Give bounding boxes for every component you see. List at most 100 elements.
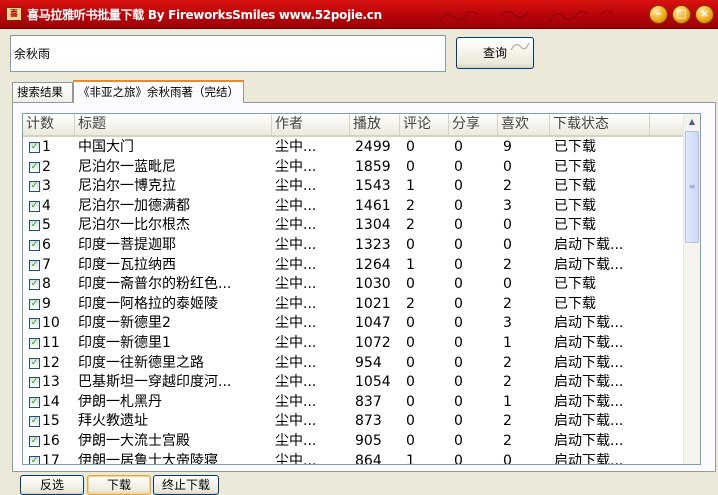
row-checkbox[interactable]: ✓ bbox=[29, 220, 40, 232]
row-share-count: 0 bbox=[454, 335, 463, 351]
table-row[interactable]: ✓ 7 印度一瓦拉纳西 尘中... 1264 1 0 2 启动下载... bbox=[23, 256, 685, 276]
row-share-count: 0 bbox=[454, 139, 463, 155]
row-status: 启动下载... bbox=[554, 374, 624, 391]
row-checkbox[interactable]: ✓ bbox=[29, 161, 40, 173]
table-row[interactable]: ✓ 12 印度一往新德里之路 尘中... 954 0 0 2 启动下载... bbox=[23, 354, 685, 374]
row-checkbox[interactable]: ✓ bbox=[29, 318, 40, 330]
row-play-count: 2499 bbox=[355, 139, 391, 155]
query-button[interactable]: 查询 bbox=[456, 37, 534, 69]
row-status: 启动下载... bbox=[554, 413, 624, 430]
row-status: 已下载 bbox=[554, 158, 596, 175]
row-title: 印度一阿格拉的泰姬陵 bbox=[78, 295, 218, 312]
table-row[interactable]: ✓ 3 尼泊尔一博克拉 尘中... 1543 1 0 2 已下载 bbox=[23, 177, 685, 197]
scroll-up-icon[interactable]: ▲ bbox=[684, 114, 700, 130]
col-share[interactable]: 分享 bbox=[449, 114, 498, 135]
row-comment-count: 0 bbox=[406, 354, 415, 371]
row-author: 尘中... bbox=[275, 374, 317, 391]
row-checkbox[interactable]: ✓ bbox=[29, 416, 40, 428]
col-comment[interactable]: 评论 bbox=[400, 114, 449, 135]
table-row[interactable]: ✓ 5 尼泊尔一比尔根杰 尘中... 1304 2 0 0 已下载 bbox=[23, 216, 685, 236]
tab-album[interactable]: 《非亚之旅》余秋雨著（完结） bbox=[73, 80, 244, 103]
row-play-count: 1030 bbox=[355, 276, 391, 293]
table-row[interactable]: ✓ 13 巴基斯坦一穿越印度河... 尘中... 1054 0 0 2 启动下载... bbox=[23, 373, 685, 393]
row-checkbox[interactable]: ✓ bbox=[29, 455, 40, 464]
row-checkbox[interactable]: ✓ bbox=[29, 142, 40, 153]
track-list[interactable]: 计数 标题 作者 播放 评论 分享 喜欢 下载状态 ✓ 1 中国大门 尘中... 249… bbox=[22, 113, 701, 465]
download-button[interactable]: 下载 bbox=[87, 475, 151, 495]
invert-selection-button[interactable]: 反选 bbox=[20, 475, 84, 495]
row-checkbox[interactable]: ✓ bbox=[29, 298, 40, 310]
col-title[interactable]: 标题 bbox=[75, 114, 272, 135]
row-checkbox[interactable]: ✓ bbox=[29, 240, 40, 251]
row-play-count: 864 bbox=[355, 452, 382, 465]
row-title: 印度一瓦拉纳西 bbox=[78, 256, 176, 273]
row-like-count: 2 bbox=[503, 295, 512, 312]
row-checkbox[interactable]: ✓ bbox=[29, 357, 40, 369]
query-button-label: 查询 bbox=[482, 46, 507, 60]
row-checkbox[interactable]: ✓ bbox=[29, 338, 40, 349]
minimize-icon[interactable]: – bbox=[649, 5, 668, 24]
vertical-scrollbar[interactable]: ▲ ≡ bbox=[683, 114, 700, 464]
row-author: 尘中... bbox=[275, 413, 317, 430]
table-row[interactable]: ✓ 6 印度一菩提迦耶 尘中... 1323 0 0 0 启动下载... bbox=[23, 236, 685, 256]
tab-panel: 计数 标题 作者 播放 评论 分享 喜欢 下载状态 ✓ 1 中国大门 尘中... 249… bbox=[12, 102, 716, 472]
row-author: 尘中... bbox=[275, 433, 317, 449]
tab-search-results[interactable]: 搜索结果 bbox=[12, 82, 73, 102]
col-play[interactable]: 播放 bbox=[350, 114, 400, 135]
row-title: 伊朗一札黑丹 bbox=[78, 393, 162, 410]
row-checkbox[interactable]: ✓ bbox=[29, 279, 40, 291]
row-comment-count: 0 bbox=[406, 315, 415, 332]
row-play-count: 1264 bbox=[355, 256, 391, 273]
col-count[interactable]: 计数 bbox=[23, 114, 75, 135]
stop-download-button[interactable]: 终止下载 bbox=[153, 475, 219, 495]
cloud-pattern-icon bbox=[439, 10, 615, 22]
row-author: 尘中... bbox=[275, 315, 317, 332]
table-row[interactable]: ✓ 11 印度一新德里1 尘中... 1072 0 0 1 启动下载... bbox=[23, 334, 685, 354]
table-row[interactable]: ✓ 2 尼泊尔一蓝毗尼 尘中... 1859 0 0 0 已下载 bbox=[23, 158, 685, 178]
swirl-icon bbox=[510, 42, 530, 51]
close-icon[interactable]: × bbox=[695, 5, 714, 24]
row-like-count: 2 bbox=[503, 413, 512, 430]
row-play-count: 1021 bbox=[355, 295, 391, 312]
row-like-count: 0 bbox=[503, 158, 512, 175]
table-row[interactable]: ✓ 15 拜火教遗址 尘中... 873 0 0 2 启动下载... bbox=[23, 412, 685, 432]
row-index: 2 bbox=[42, 158, 51, 175]
row-checkbox[interactable]: ✓ bbox=[29, 181, 40, 193]
title-bar: 喜 喜马拉雅听书批量下载 By FireworksSmiles www.52po… bbox=[0, 0, 718, 29]
app-icon: 喜 bbox=[6, 7, 22, 21]
row-checkbox[interactable]: ✓ bbox=[29, 200, 40, 212]
row-status: 已下载 bbox=[554, 178, 596, 195]
row-play-count: 905 bbox=[355, 433, 382, 449]
col-author[interactable]: 作者 bbox=[272, 114, 350, 135]
maximize-icon[interactable]: □ bbox=[672, 5, 691, 24]
row-author: 尘中... bbox=[275, 393, 317, 410]
row-checkbox[interactable]: ✓ bbox=[29, 259, 40, 271]
table-row[interactable]: ✓ 10 印度一新德里2 尘中... 1047 0 0 3 启动下载... bbox=[23, 314, 685, 334]
search-input[interactable]: 余秋雨 bbox=[10, 35, 446, 72]
col-status[interactable]: 下载状态 bbox=[550, 114, 650, 135]
row-comment-count: 0 bbox=[406, 139, 415, 155]
table-row[interactable]: ✓ 4 尼泊尔一加德满都 尘中... 1461 2 0 3 已下载 bbox=[23, 197, 685, 217]
table-row[interactable]: ✓ 8 印度一斋普尔的粉红色... 尘中... 1030 0 0 0 已下载 bbox=[23, 275, 685, 295]
row-like-count: 2 bbox=[503, 178, 512, 195]
row-status: 已下载 bbox=[554, 276, 596, 293]
row-play-count: 1543 bbox=[355, 178, 391, 195]
row-checkbox[interactable]: ✓ bbox=[29, 396, 40, 408]
row-checkbox[interactable]: ✓ bbox=[29, 377, 40, 389]
row-index: 6 bbox=[42, 237, 51, 253]
row-title: 伊朗一居鲁士大帝陵寝 bbox=[78, 452, 218, 465]
table-row[interactable]: ✓ 9 印度一阿格拉的泰姬陵 尘中... 1021 2 0 2 已下载 bbox=[23, 295, 685, 315]
table-row[interactable]: ✓ 17 伊朗一居鲁士大帝陵寝 尘中... 864 1 0 0 启动下载... bbox=[23, 452, 685, 465]
table-row[interactable]: ✓ 1 中国大门 尘中... 2499 0 0 9 已下载 bbox=[23, 138, 685, 158]
table-row[interactable]: ✓ 14 伊朗一札黑丹 尘中... 837 0 0 1 启动下载... bbox=[23, 393, 685, 413]
scroll-thumb[interactable]: ≡ bbox=[685, 131, 699, 243]
row-title: 印度一斋普尔的粉红色... bbox=[78, 276, 232, 293]
row-checkbox[interactable]: ✓ bbox=[29, 436, 40, 447]
row-status: 已下载 bbox=[554, 295, 596, 312]
row-author: 尘中... bbox=[275, 237, 317, 253]
row-comment-count: 1 bbox=[406, 178, 415, 195]
col-like[interactable]: 喜欢 bbox=[498, 114, 550, 135]
row-status: 启动下载... bbox=[554, 315, 624, 332]
table-row[interactable]: ✓ 16 伊朗一大流士宫殿 尘中... 905 0 0 2 启动下载... bbox=[23, 432, 685, 452]
list-header: 计数 标题 作者 播放 评论 分享 喜欢 下载状态 bbox=[23, 114, 685, 137]
